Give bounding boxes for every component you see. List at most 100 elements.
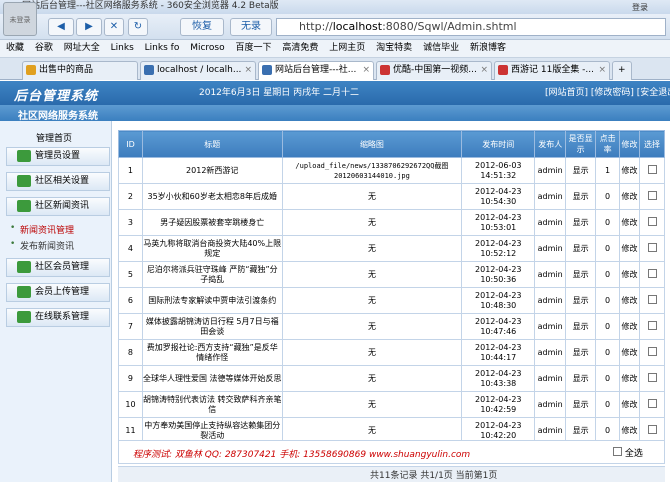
- row-checkbox[interactable]: [647, 216, 657, 226]
- bookmark-item[interactable]: 网址大全: [62, 40, 102, 57]
- cell-thumbnail: /upload_file/news/1338706292672QQ截图20120…: [281, 157, 463, 184]
- sidebar-item-label: 社区会员管理: [35, 262, 90, 272]
- close-icon[interactable]: ×: [244, 62, 252, 79]
- forward-button[interactable]: ▶: [76, 18, 102, 36]
- sidebar-item-settings[interactable]: 社区相关设置: [6, 172, 110, 191]
- cell-clicks: 0: [595, 209, 621, 236]
- bookmark-item[interactable]: 诚信毕业: [421, 40, 461, 57]
- checkmark-icon: [17, 261, 31, 273]
- bookmark-item[interactable]: 百度一下: [234, 40, 274, 57]
- page-icon: [144, 65, 154, 75]
- browser-tab[interactable]: localhost / localh... ×: [140, 61, 256, 80]
- back-button[interactable]: ◀: [48, 18, 74, 36]
- row-checkbox[interactable]: [647, 164, 657, 174]
- row-checkbox[interactable]: [647, 294, 657, 304]
- row-checkbox[interactable]: [647, 398, 657, 408]
- cell-author: admin: [534, 235, 567, 262]
- bookmark-item[interactable]: 高清免费: [280, 40, 320, 57]
- sidebar-home[interactable]: 管理首页: [36, 131, 72, 144]
- cell-id: 3: [118, 209, 143, 236]
- cell-author: admin: [534, 287, 567, 314]
- page-icon: [498, 65, 508, 75]
- sidebar-item-admin[interactable]: 管理员设置: [6, 147, 110, 166]
- table-row: 1 2012新西游记/upload_file/news/1338706292672…: [118, 157, 665, 184]
- cell-title: 男子疑因股票被套宰跳楼身亡: [141, 209, 283, 236]
- close-icon[interactable]: ×: [362, 62, 370, 79]
- browser-toolbar: ◀ ▶ ✕ ↻ 恢复 无录 http://localhost:8080/Sqwl…: [0, 14, 670, 40]
- edit-link[interactable]: 修改: [619, 209, 640, 236]
- edit-link[interactable]: 修改: [619, 261, 640, 288]
- cell-author: admin: [534, 391, 567, 418]
- browser-tab[interactable]: 优酷-中国第一视频... ×: [376, 61, 492, 80]
- tab-label: 西游记 11版全集 -...: [511, 65, 595, 75]
- row-checkbox[interactable]: [647, 190, 657, 200]
- address-bar[interactable]: http://localhost:8080/Sqwl/Admin.shtml: [276, 18, 666, 36]
- refresh-button[interactable]: ↻: [128, 18, 148, 36]
- column-header: 是否显示: [565, 130, 597, 158]
- window-title: 网站后台管理---社区网络服务系统 - 360安全浏览器 4.2 Beta版: [0, 0, 670, 14]
- cell-select: [639, 391, 665, 418]
- cell-author: admin: [534, 365, 567, 392]
- column-header: ID: [118, 130, 143, 158]
- edit-link[interactable]: 修改: [619, 157, 640, 184]
- column-header: 发布时间: [461, 130, 536, 158]
- cell-clicks: 0: [595, 287, 621, 314]
- close-icon[interactable]: ×: [598, 62, 606, 79]
- bookmark-item[interactable]: 淘宝特卖: [374, 40, 414, 57]
- bookmark-item[interactable]: 谷歌: [33, 40, 55, 57]
- bookmark-item[interactable]: Links fo: [143, 40, 182, 57]
- restore-button[interactable]: 恢复: [180, 18, 224, 36]
- sidebar-item-contact[interactable]: 在线联系管理: [6, 308, 110, 327]
- row-checkbox[interactable]: [647, 242, 657, 252]
- bookmark-item[interactable]: 新浪博客: [468, 40, 508, 57]
- table-row: 2 35岁小伙和60岁老太相恋8年后成婚无 2012-04-23 10:54:30 a…: [118, 183, 665, 210]
- row-checkbox[interactable]: [647, 346, 657, 356]
- close-icon[interactable]: ×: [480, 62, 488, 79]
- bookmark-item[interactable]: Microso: [188, 40, 226, 57]
- browser-tab[interactable]: 出售中的商品: [22, 61, 138, 80]
- bookmark-item[interactable]: Links: [109, 40, 136, 57]
- row-checkbox[interactable]: [647, 424, 657, 434]
- edit-link[interactable]: 修改: [619, 235, 640, 262]
- sidebar-sub-news-publish[interactable]: 发布新闻资讯: [10, 239, 74, 252]
- cell-id: 8: [118, 339, 143, 366]
- edit-link[interactable]: 修改: [619, 183, 640, 210]
- user-avatar[interactable]: 未登录: [3, 2, 37, 36]
- sidebar-item-members[interactable]: 社区会员管理: [6, 258, 110, 277]
- bookmark-item[interactable]: 收藏: [4, 40, 26, 57]
- browser-tab[interactable]: 西游记 11版全集 -... ×: [494, 61, 610, 80]
- select-all-checkbox[interactable]: [613, 447, 622, 456]
- cell-thumbnail: 无: [281, 365, 463, 392]
- login-link[interactable]: 登录: [632, 2, 648, 13]
- dropdown-button[interactable]: 无录: [230, 18, 272, 36]
- row-checkbox[interactable]: [647, 268, 657, 278]
- cell-select: [639, 365, 665, 392]
- table-header-row: ID 标题 缩略图 发布时间 发布人 是否显示 点击率 修改 选择: [118, 130, 665, 158]
- edit-link[interactable]: 修改: [619, 391, 640, 418]
- edit-link[interactable]: 修改: [619, 339, 640, 366]
- cell-thumbnail: 无: [281, 287, 463, 314]
- cell-show: 显示: [565, 365, 597, 392]
- row-checkbox[interactable]: [647, 372, 657, 382]
- date-text: 2012年6月3日 星期日 丙戌年 二月十二: [199, 88, 359, 98]
- bookmarks-bar: 收藏 谷歌 网址大全 Links Links fo Microso 百度一下 高…: [0, 40, 670, 58]
- bookmark-item[interactable]: 上网主页: [327, 40, 367, 57]
- table-row: 8 费加罗报社论:西方支持“藏独”是反华情绪作怪无 2012-04-23 10:44…: [118, 339, 665, 366]
- tab-label: localhost / localh...: [157, 65, 242, 75]
- new-tab-button[interactable]: +: [612, 61, 632, 80]
- cell-time: 2012-04-23 10:48:30: [461, 287, 536, 314]
- cell-id: 5: [118, 261, 143, 288]
- top-links[interactable]: [网站首页] [修改密码] [安全退出]: [545, 85, 670, 98]
- browser-tab-active[interactable]: 网站后台管理---社... ×: [258, 61, 374, 80]
- sidebar-item-uploads[interactable]: 会员上传管理: [6, 283, 110, 302]
- row-checkbox[interactable]: [647, 320, 657, 330]
- cell-show: 显示: [565, 157, 597, 184]
- edit-link[interactable]: 修改: [619, 287, 640, 314]
- edit-link[interactable]: 修改: [619, 365, 640, 392]
- edit-link[interactable]: 修改: [619, 313, 640, 340]
- stop-button[interactable]: ✕: [104, 18, 124, 36]
- sidebar-item-news[interactable]: 社区新闻资讯: [6, 197, 110, 216]
- sidebar-sub-news-manage[interactable]: 新闻资讯管理: [10, 223, 74, 236]
- cell-author: admin: [534, 339, 567, 366]
- select-all[interactable]: 全选: [613, 446, 643, 459]
